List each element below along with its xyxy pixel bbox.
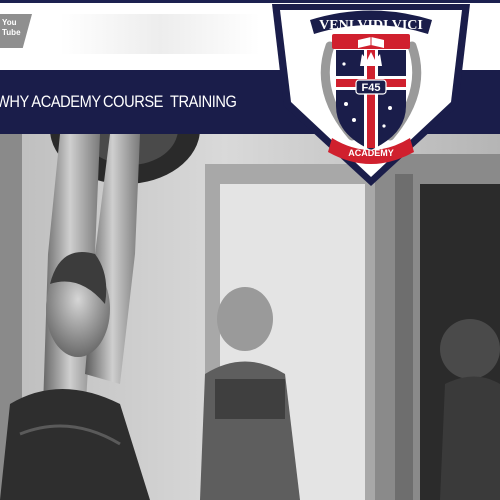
youtube-label-line2: Tube [2, 28, 21, 37]
academy-crest-logo[interactable]: VENI VIDI VICI F45 ACADEMY [262, 0, 480, 192]
nav-item-why-academy[interactable]: WHY ACADEMY [0, 92, 101, 112]
crest-monogram: F45 [362, 82, 381, 94]
crest-motto: VENI VIDI VICI [319, 18, 423, 33]
youtube-icon: You Tube [2, 18, 21, 38]
faded-header-graphic [60, 14, 260, 54]
nav-item-course[interactable]: COURSE [103, 92, 163, 112]
nav-item-training[interactable]: TRAINING [170, 92, 237, 112]
youtube-label-line1: You [2, 18, 17, 27]
crest-banner: ACADEMY [348, 148, 394, 158]
youtube-link[interactable]: You Tube [0, 14, 32, 48]
crest-graphic: VENI VIDI VICI F45 ACADEMY [272, 4, 470, 186]
